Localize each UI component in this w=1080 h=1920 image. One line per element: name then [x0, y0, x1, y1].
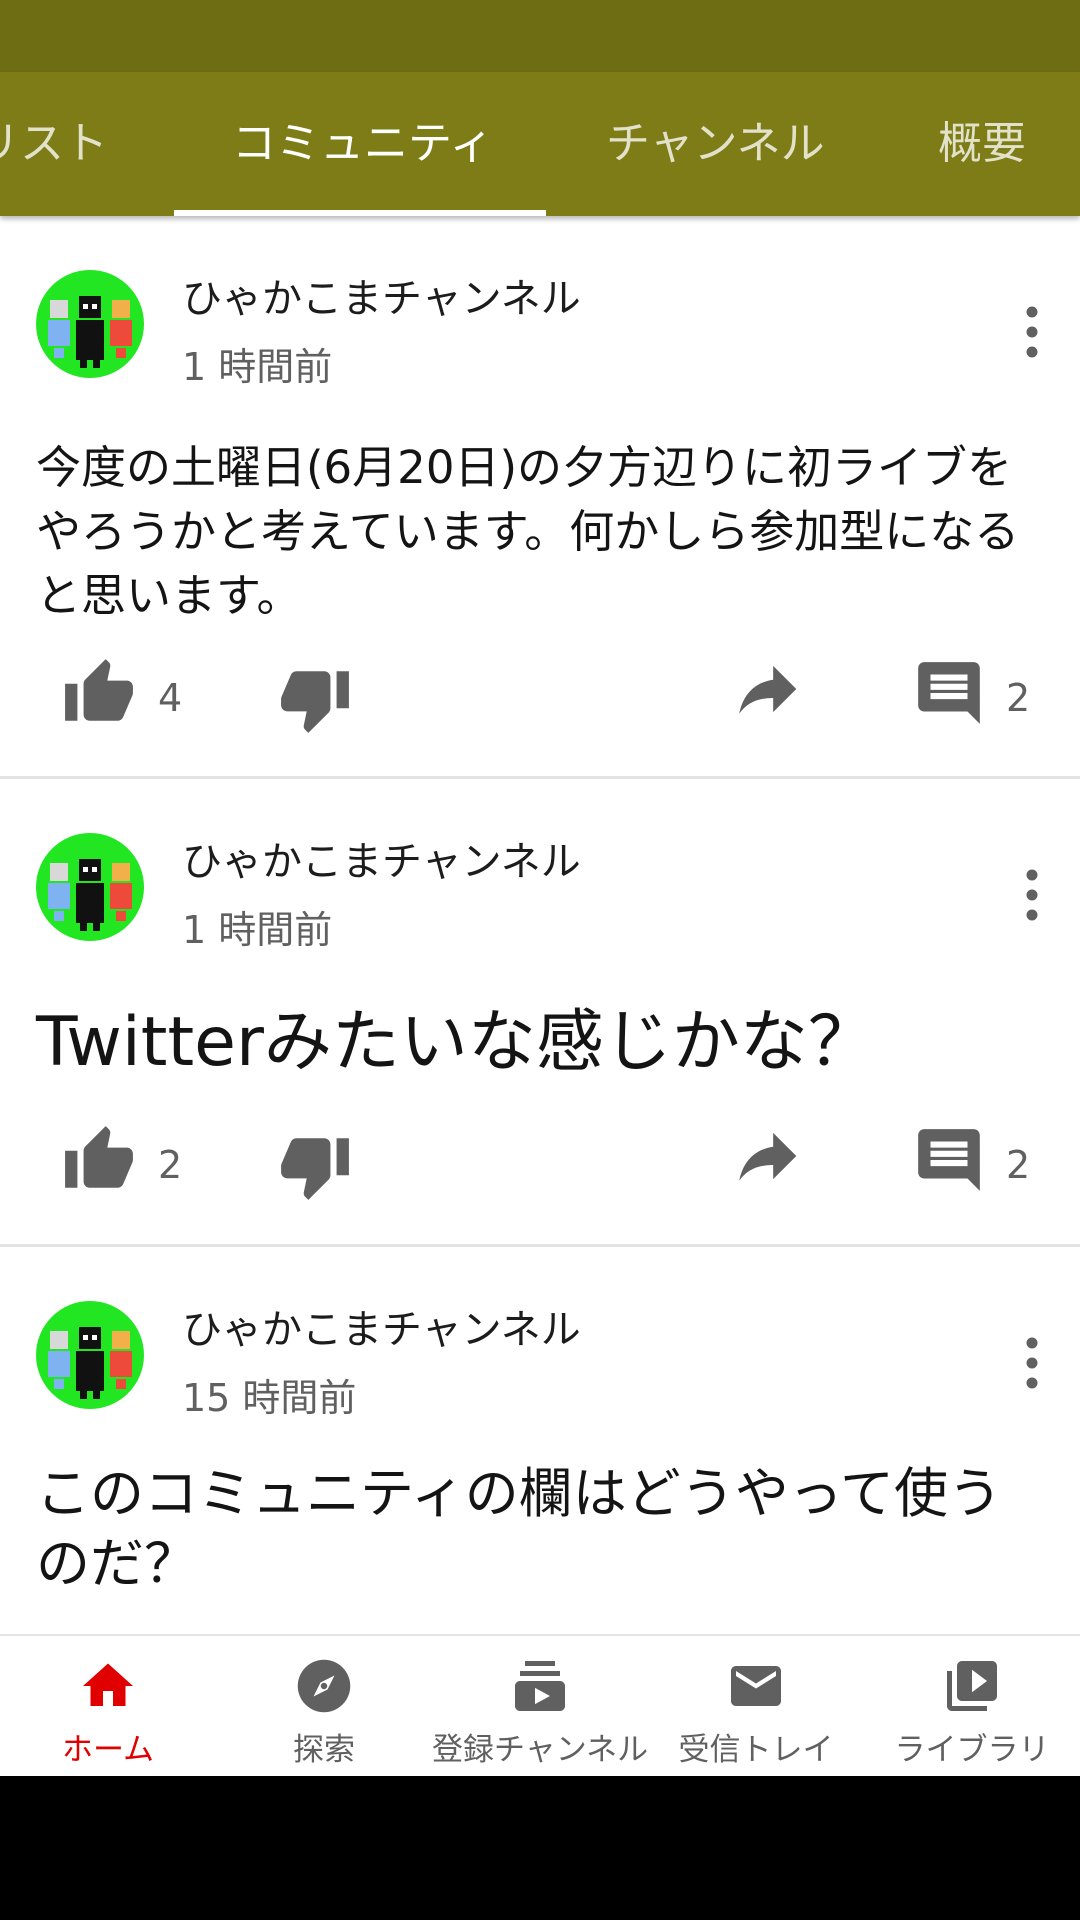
- nav-home[interactable]: ホーム: [0, 1636, 216, 1778]
- community-feed[interactable]: ひゃかこまチャンネル 1 時間前 今度の土曜日(6月20日)の夕方辺りに初ライブ…: [0, 216, 1080, 1634]
- comment-icon[interactable]: [912, 1123, 986, 1197]
- share-icon[interactable]: [730, 1119, 804, 1193]
- tab-channels[interactable]: チャンネル: [606, 72, 825, 216]
- nav-inbox[interactable]: 受信トレイ: [648, 1636, 864, 1778]
- channel-name[interactable]: ひゃかこまチャンネル: [182, 266, 581, 324]
- system-navigation-bar: [0, 1776, 1080, 1920]
- post-text: Twitterみたいな感じかな？: [36, 1003, 876, 1082]
- tab-community[interactable]: コミュニティ: [232, 72, 493, 216]
- library-icon: [947, 1661, 997, 1711]
- post-time: 1 時間前: [182, 908, 333, 952]
- dislike-icon[interactable]: [278, 662, 352, 736]
- nav-inbox-label: 受信トレイ: [678, 1732, 834, 1768]
- channel-avatar[interactable]: [36, 833, 144, 941]
- home-icon: [83, 1663, 133, 1706]
- inbox-icon: [731, 1666, 781, 1706]
- like-count: 2: [158, 1143, 183, 1187]
- channel-avatar[interactable]: [36, 270, 144, 378]
- nav-home-label: ホーム: [61, 1732, 155, 1768]
- status-bar: [0, 0, 1080, 72]
- tab-list[interactable]: リスト: [0, 72, 108, 216]
- community-post: ひゃかこまチャンネル 1 時間前 今度の土曜日(6月20日)の夕方辺りに初ライブ…: [0, 216, 1080, 776]
- subscriptions-icon: [515, 1661, 565, 1711]
- more-options-icon[interactable]: [1012, 302, 1052, 362]
- community-post: ひゃかこまチャンネル 1 時間前 Twitterみたいな感じかな？ 2 2: [0, 779, 1080, 1244]
- nav-explore-label: 探索: [293, 1732, 355, 1768]
- post-text: 今度の土曜日(6月20日)の夕方辺りに初ライブをやろうかと考えています。何かしら…: [36, 441, 1020, 622]
- like-count: 4: [158, 676, 183, 720]
- nav-subscriptions-label: 登録チャンネル: [432, 1732, 649, 1768]
- more-options-icon[interactable]: [1012, 1333, 1052, 1393]
- active-tab-indicator: [174, 210, 546, 216]
- like-icon[interactable]: [62, 1123, 136, 1197]
- channel-name[interactable]: ひゃかこまチャンネル: [182, 1297, 581, 1355]
- nav-library[interactable]: ライブラリ: [864, 1636, 1080, 1778]
- nav-subscriptions[interactable]: 登録チャンネル: [432, 1636, 648, 1778]
- channel-avatar[interactable]: [36, 1301, 144, 1409]
- dislike-icon[interactable]: [278, 1129, 352, 1203]
- community-post: ひゃかこまチャンネル 15 時間前 このコミュニティの欄はどうやって使うのだ？: [0, 1247, 1080, 1634]
- channel-name[interactable]: ひゃかこまチャンネル: [182, 829, 581, 887]
- nav-library-label: ライブラリ: [894, 1732, 1050, 1768]
- tab-about[interactable]: 概要: [938, 72, 1026, 216]
- post-text: このコミュニティの欄はどうやって使うのだ？: [36, 1462, 1003, 1595]
- more-options-icon[interactable]: [1012, 865, 1052, 925]
- explore-icon: [297, 1659, 351, 1713]
- share-icon[interactable]: [730, 652, 804, 726]
- nav-explore[interactable]: 探索: [216, 1636, 432, 1778]
- channel-tab-bar: リスト コミュニティ チャンネル 概要: [0, 72, 1080, 216]
- comment-count: 2: [1006, 1143, 1031, 1187]
- post-time: 1 時間前: [182, 345, 333, 389]
- comment-icon[interactable]: [912, 656, 986, 730]
- like-icon[interactable]: [62, 656, 136, 730]
- comment-count: 2: [1006, 676, 1031, 720]
- post-time: 15 時間前: [182, 1376, 357, 1420]
- bottom-navigation: ホーム 探索 登録チャンネル 受信トレイ ライブラリ: [0, 1634, 1080, 1778]
